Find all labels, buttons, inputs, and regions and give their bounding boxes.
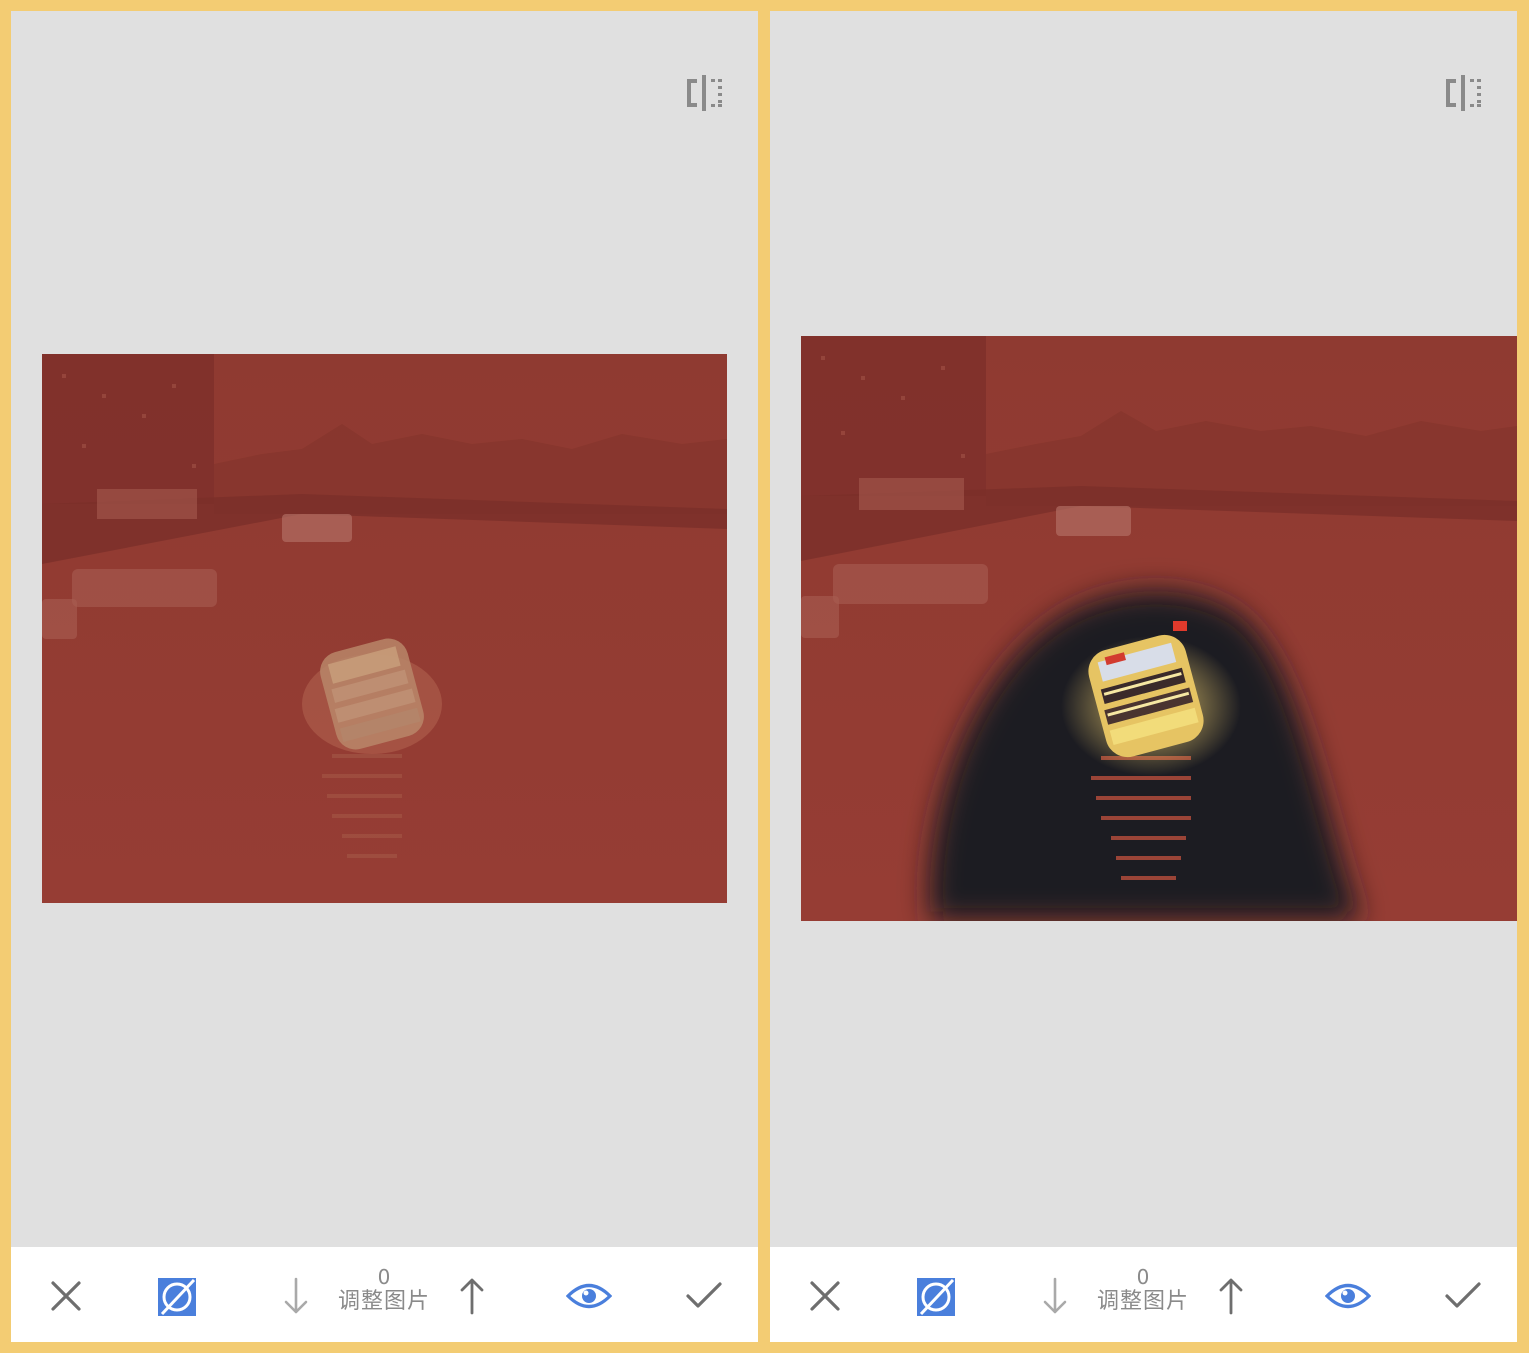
mask-toggle-icon[interactable] [912,1271,962,1321]
mask-toggle-icon[interactable] [153,1271,203,1321]
adjust-value: 0 [377,1265,391,1289]
editor-panel-after: 0 调整图片 [770,11,1517,1342]
compare-split-icon[interactable] [1442,73,1486,113]
eye-icon[interactable] [564,1271,614,1321]
photo-canvas[interactable] [42,354,727,903]
eye-icon[interactable] [1323,1271,1373,1321]
close-icon[interactable] [800,1271,850,1321]
arrow-up-icon[interactable] [1206,1271,1256,1321]
adjust-value: 0 [1136,1265,1150,1289]
arrow-up-icon[interactable] [447,1271,497,1321]
adjust-value-readout: 0 调整图片 [314,1266,454,1316]
bottom-toolbar: 0 调整图片 [11,1247,758,1342]
close-icon[interactable] [41,1271,91,1321]
adjust-label: 调整图片 [337,1289,430,1314]
check-icon[interactable] [679,1271,729,1321]
adjust-label: 调整图片 [1096,1289,1189,1314]
compare-split-icon[interactable] [683,73,727,113]
check-icon[interactable] [1438,1271,1488,1321]
photo-canvas[interactable] [801,336,1517,921]
editor-panel-before: 0 调整图片 [11,11,758,1342]
bottom-toolbar: 0 调整图片 [770,1247,1517,1342]
adjust-value-readout: 0 调整图片 [1073,1266,1213,1316]
